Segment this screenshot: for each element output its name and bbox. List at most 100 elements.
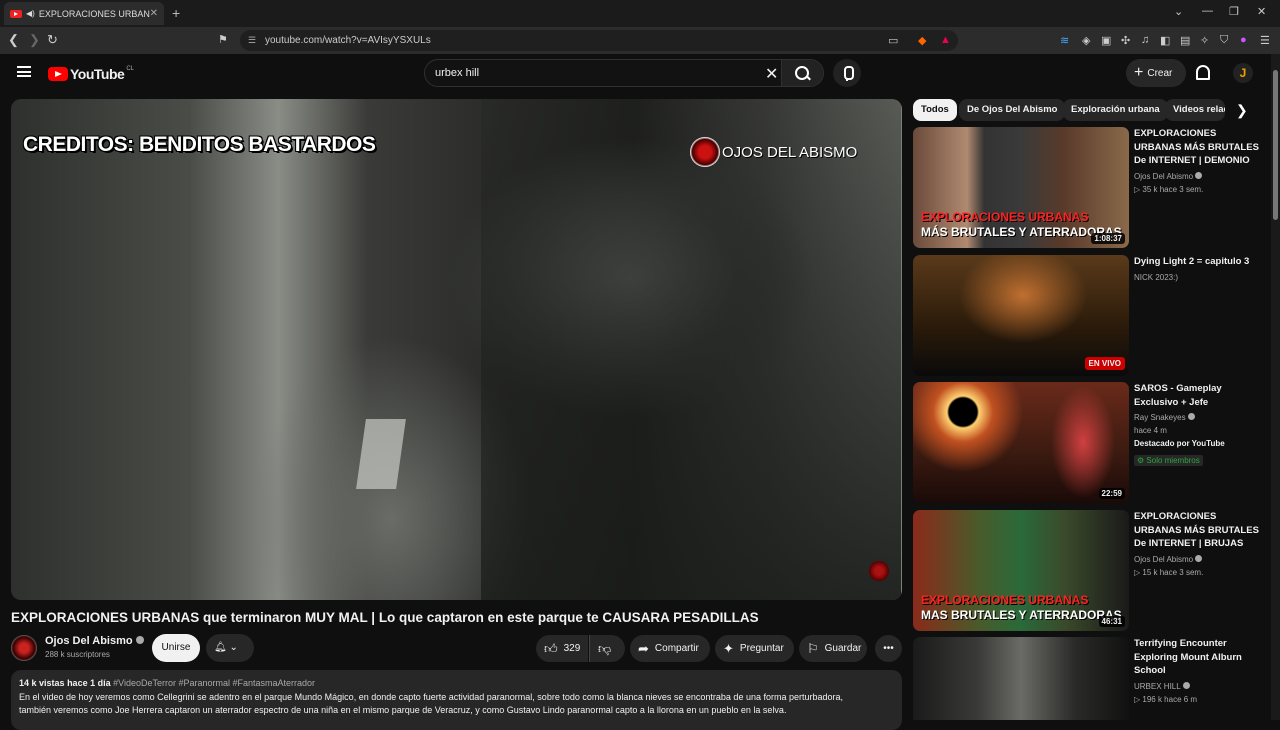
video-thumbnail[interactable] bbox=[913, 637, 1129, 720]
recommendation-meta: ▷ 196 k hace 6 m bbox=[1134, 694, 1198, 704]
browser-menu-icon[interactable]: ☰ bbox=[1260, 34, 1270, 47]
translate-icon[interactable]: ≋ bbox=[1060, 34, 1069, 47]
chip-related[interactable]: Videos relac bbox=[1165, 99, 1225, 121]
puzzle-icon[interactable]: ✣ bbox=[1121, 34, 1130, 47]
address-bar[interactable]: ☰ youtube.com/watch?v=AVIsyYSXULs bbox=[240, 30, 958, 51]
create-button[interactable]: + Crear bbox=[1126, 59, 1186, 87]
recommendation-channel[interactable]: URBEX HILL bbox=[1134, 680, 1262, 693]
video-info: Dying Light 2 = capitulo 3 NICK 2023:) bbox=[1134, 255, 1262, 284]
recommendation-title[interactable]: SAROS - Gameplay Exclusivo + Jefe bbox=[1134, 382, 1262, 409]
qr-icon[interactable]: ▣ bbox=[1101, 34, 1111, 47]
eye-logo-icon bbox=[690, 137, 720, 167]
channel-text[interactable]: Ojos Del Abismo bbox=[1134, 555, 1193, 564]
duration-badge: 22:59 bbox=[1098, 488, 1125, 499]
video-info: Terrifying Encounter Exploring Mount Alb… bbox=[1134, 637, 1262, 706]
ask-label: Preguntar bbox=[739, 643, 784, 654]
reload-button[interactable]: ↻ bbox=[47, 32, 58, 48]
channel-text[interactable]: URBEX HILL bbox=[1134, 682, 1181, 691]
extension-icon[interactable]: ◈ bbox=[1082, 34, 1090, 47]
close-tab-icon[interactable]: ✕ bbox=[150, 8, 158, 19]
subscription-bell-button[interactable]: 🔔︎ ⌄ bbox=[206, 634, 254, 662]
video-info: EXPLORACIONES URBANAS MÁS BRUTALES De IN… bbox=[1134, 510, 1262, 579]
leo-icon[interactable]: ✧ bbox=[1200, 34, 1209, 47]
clear-search-icon[interactable]: ✕ bbox=[765, 64, 778, 84]
channel-text[interactable]: Ojos Del Abismo bbox=[1134, 172, 1193, 181]
video-credits-overlay: CREDITOS: BENDITOS BASTARDOS bbox=[23, 133, 376, 156]
recommendation-channel[interactable]: Ray Snakeyes bbox=[1134, 411, 1262, 424]
notifications-bell-icon[interactable] bbox=[1196, 65, 1210, 80]
page-scrollbar[interactable] bbox=[1271, 54, 1280, 720]
url-text: youtube.com/watch?v=AVIsyYSXULs bbox=[265, 35, 431, 46]
channel-name-text[interactable]: Ojos Del Abismo bbox=[45, 635, 133, 647]
voice-search-mic-icon[interactable] bbox=[833, 59, 861, 87]
video-thumbnail[interactable]: EXPLORACIONES URBANAS MAS BRUTALES Y ATE… bbox=[913, 510, 1129, 631]
more-dots-icon: ••• bbox=[883, 643, 894, 654]
tab-title: EXPLORACIONES URBANAS q bbox=[38, 8, 150, 19]
channel-watermark-icon[interactable] bbox=[869, 561, 889, 581]
back-button[interactable]: ❮ bbox=[8, 32, 19, 48]
live-badge: EN VIVO bbox=[1084, 357, 1125, 370]
tab-list-chevron-icon[interactable]: ⌄ bbox=[1174, 5, 1183, 18]
scrollbar-thumb[interactable] bbox=[1273, 70, 1278, 220]
minimize-button[interactable]: — bbox=[1202, 5, 1213, 17]
profile-icon[interactable]: ● bbox=[1240, 34, 1247, 46]
more-actions-button[interactable]: ••• bbox=[875, 635, 902, 662]
like-button[interactable]: 👍︎ 329 bbox=[536, 635, 588, 662]
channel-name[interactable]: Ojos Del Abismo bbox=[45, 635, 144, 647]
browser-tab[interactable]: ◀) EXPLORACIONES URBANAS q ✕ bbox=[4, 2, 164, 25]
chevron-right-icon[interactable]: ❯ bbox=[1236, 102, 1248, 119]
upload-age: hace 1 día bbox=[67, 678, 111, 688]
channel-text[interactable]: Ray Snakeyes bbox=[1134, 413, 1186, 422]
description-box[interactable]: 14 k vistas hace 1 día #VideoDeTerror #P… bbox=[11, 670, 902, 730]
cast-icon[interactable]: ▭ bbox=[888, 34, 898, 47]
bookmark-icon[interactable]: ⚑ bbox=[218, 33, 228, 46]
music-icon[interactable]: ♫ bbox=[1141, 34, 1149, 46]
video-thumbnail[interactable]: EXPLORACIONES URBANAS MÁS BRUTALES Y ATE… bbox=[913, 127, 1129, 248]
country-code: CL bbox=[126, 66, 134, 72]
featured-label: Destacado por YouTube bbox=[1134, 439, 1225, 448]
sidebar-icon[interactable]: ◧ bbox=[1160, 34, 1170, 47]
search-box[interactable]: urbex hill ✕ bbox=[424, 59, 824, 87]
recommendation-channel[interactable]: Ojos Del Abismo bbox=[1134, 170, 1262, 183]
account-avatar[interactable]: J bbox=[1233, 63, 1253, 83]
forward-button[interactable]: ❯ bbox=[29, 32, 40, 48]
search-button[interactable] bbox=[781, 60, 823, 86]
video-thumbnail[interactable]: 22:59 bbox=[913, 382, 1129, 503]
brave-shield-icon[interactable]: ◆ bbox=[918, 34, 926, 47]
rewards-icon[interactable]: ▲ bbox=[940, 34, 951, 46]
recommendation-channel[interactable]: NICK 2023:) bbox=[1134, 271, 1262, 284]
channel-avatar[interactable] bbox=[11, 635, 37, 661]
speaker-icon[interactable]: ◀) bbox=[26, 9, 35, 18]
recommendation-channel[interactable]: Ojos Del Abismo bbox=[1134, 553, 1262, 566]
vpn-icon[interactable]: ⛉ bbox=[1220, 34, 1228, 47]
recommendation-meta: ▷ 35 k hace 3 sem. bbox=[1134, 185, 1204, 194]
search-input[interactable]: urbex hill bbox=[435, 67, 479, 79]
chip-all[interactable]: Todos bbox=[913, 99, 957, 121]
new-tab-button[interactable]: + bbox=[172, 5, 180, 21]
site-settings-icon[interactable]: ☰ bbox=[248, 30, 256, 51]
ask-button[interactable]: ✦ Preguntar bbox=[715, 635, 794, 662]
dislike-button[interactable]: 👎︎ bbox=[589, 635, 625, 662]
join-button[interactable]: Unirse bbox=[152, 634, 200, 662]
guide-menu-icon[interactable] bbox=[17, 66, 31, 77]
youtube-logo[interactable]: YouTube CL bbox=[48, 66, 134, 82]
thumbnail-text: EXPLORACIONES URBANAS MAS BRUTALES Y ATE… bbox=[921, 593, 1122, 623]
thumbs-up-icon: 👍︎ bbox=[544, 640, 558, 656]
close-window-button[interactable]: ✕ bbox=[1257, 5, 1266, 18]
save-button[interactable]: ⚐ Guardar bbox=[799, 635, 867, 662]
recommendation-title[interactable]: EXPLORACIONES URBANAS MÁS BRUTALES De IN… bbox=[1134, 510, 1262, 551]
video-player[interactable]: CREDITOS: BENDITOS BASTARDOS OJOS DEL AB… bbox=[11, 99, 902, 600]
recommendation-title[interactable]: Dying Light 2 = capitulo 3 bbox=[1134, 255, 1262, 269]
hashtags[interactable]: #VideoDeTerror #Paranormal #FantasmaAter… bbox=[113, 678, 315, 688]
chevron-down-icon: ⌄ bbox=[229, 642, 238, 653]
chip-urban-exploration[interactable]: Exploración urbana bbox=[1063, 99, 1168, 121]
video-thumbnail[interactable]: EN VIVO bbox=[913, 255, 1129, 376]
recommendation-title[interactable]: Terrifying Encounter Exploring Mount Alb… bbox=[1134, 637, 1262, 678]
description-meta: 14 k vistas hace 1 día #VideoDeTerror #P… bbox=[19, 677, 894, 691]
wallet-icon[interactable]: ▤ bbox=[1180, 34, 1190, 47]
duration-badge: 46:31 bbox=[1098, 616, 1125, 627]
restore-button[interactable]: ❐ bbox=[1229, 5, 1239, 18]
recommendation-title[interactable]: EXPLORACIONES URBANAS MÁS BRUTALES De IN… bbox=[1134, 127, 1262, 168]
chip-from-channel[interactable]: De Ojos Del Abismo bbox=[959, 99, 1066, 121]
share-button[interactable]: ➦ Compartir bbox=[630, 635, 710, 662]
